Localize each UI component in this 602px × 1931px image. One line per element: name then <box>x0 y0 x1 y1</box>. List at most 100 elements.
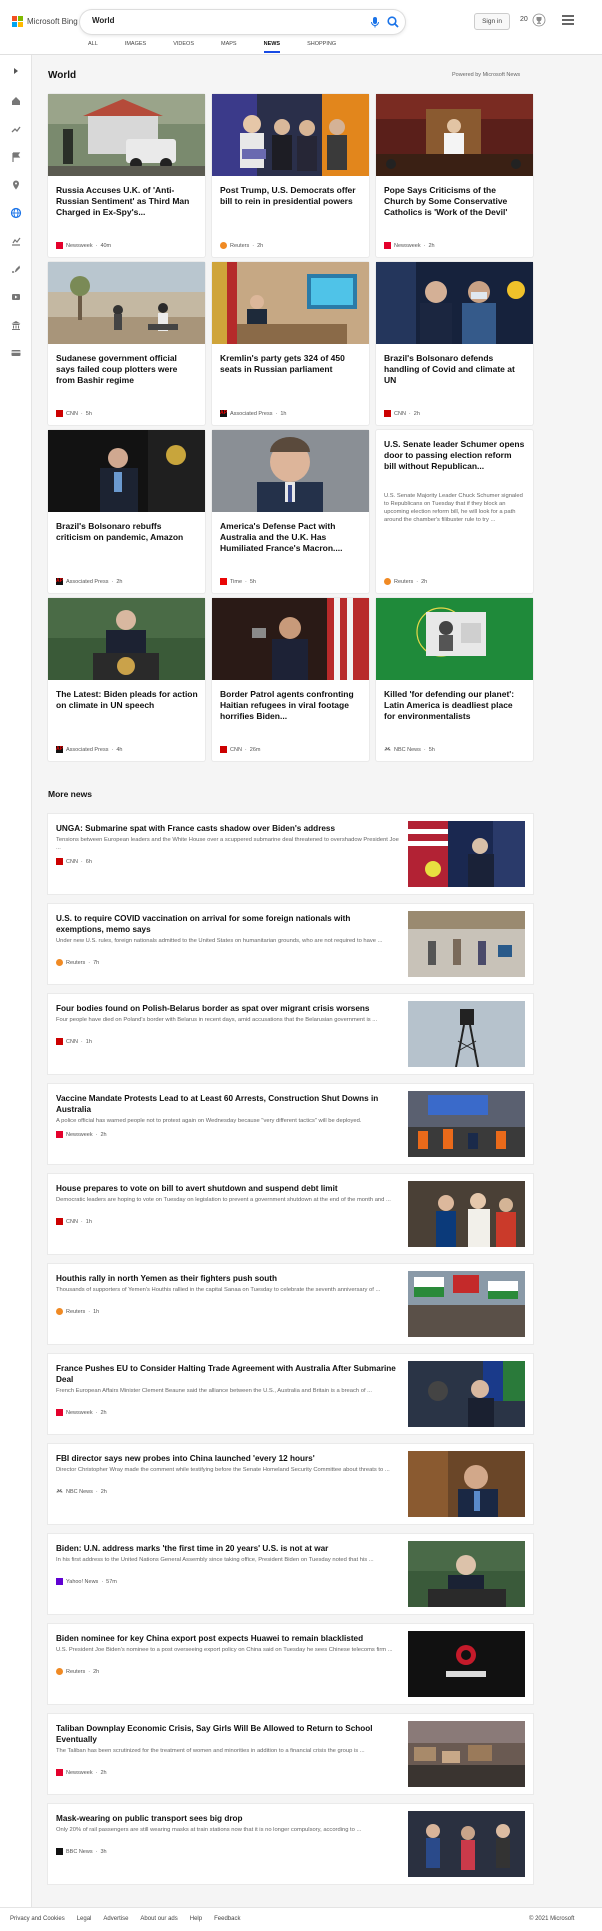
more-news-item[interactable]: Biden: U.N. address marks 'the first tim… <box>48 1534 533 1614</box>
expand-rail-icon[interactable] <box>10 65 22 77</box>
news-card-title[interactable]: Brazil's Bolsonaro rebuffs criticism on … <box>56 521 198 543</box>
more-news-description: Thousands of supporters of Yemen's Houth… <box>56 1287 381 1293</box>
more-news-item[interactable]: Taliban Downplay Economic Crisis, Say Gi… <box>48 1714 533 1794</box>
tab-videos[interactable]: VIDEOS <box>173 41 194 47</box>
more-news-item[interactable]: Mask-wearing on public transport sees bi… <box>48 1804 533 1884</box>
news-card-title[interactable]: Sudanese government official says failed… <box>56 353 198 386</box>
more-news-title-link[interactable]: Four bodies found on Polish-Belarus bord… <box>56 1003 396 1014</box>
news-card[interactable]: Killed 'for defending our planet': Latin… <box>376 598 533 761</box>
more-news-item[interactable]: Vaccine Mandate Protests Lead to at Leas… <box>48 1084 533 1164</box>
footer-link-advertise[interactable]: Advertise <box>103 1916 128 1922</box>
news-card-title[interactable]: Killed 'for defending our planet': Latin… <box>384 689 526 722</box>
science-rocket-icon[interactable] <box>10 263 22 275</box>
more-news-thumbnail[interactable] <box>408 911 525 977</box>
news-card[interactable]: America's Defense Pact with Australia an… <box>212 430 369 593</box>
more-news-item[interactable]: Houthis rally in north Yemen as their fi… <box>48 1264 533 1344</box>
news-card[interactable]: Post Trump, U.S. Democrats offer bill to… <box>212 94 369 257</box>
more-news-item[interactable]: France Pushes EU to Consider Halting Tra… <box>48 1354 533 1434</box>
news-card-title[interactable]: Russia Accuses U.K. of 'Anti-Russian Sen… <box>56 185 198 218</box>
powered-by[interactable]: Powered by Microsoft News <box>452 72 520 78</box>
news-card[interactable]: Kremlin's party gets 324 of 450 seats in… <box>212 262 369 425</box>
tab-news[interactable]: NEWS <box>263 41 280 53</box>
bbc-icon <box>56 1848 63 1855</box>
separator: · <box>95 1769 98 1776</box>
more-news-thumbnail[interactable] <box>408 1451 525 1517</box>
more-news-title-link[interactable]: France Pushes EU to Consider Halting Tra… <box>56 1363 396 1385</box>
news-card-title[interactable]: Post Trump, U.S. Democrats offer bill to… <box>220 185 362 207</box>
rewards-trophy-icon[interactable] <box>532 13 546 27</box>
more-news-item[interactable]: FBI director says new probes into China … <box>48 1444 533 1524</box>
news-card-text[interactable]: U.S. Senate leader Schumer opens door to… <box>376 430 533 593</box>
more-news-thumbnail[interactable] <box>408 1091 525 1157</box>
more-news-thumbnail[interactable] <box>408 1361 525 1427</box>
news-card[interactable]: Pope Says Criticisms of the Church by So… <box>376 94 533 257</box>
more-news-title-link[interactable]: Houthis rally in north Yemen as their fi… <box>56 1273 396 1284</box>
more-news-item[interactable]: UNGA: Submarine spat with France casts s… <box>48 814 533 894</box>
sign-in-button[interactable]: Sign in <box>474 13 510 30</box>
more-news-thumbnail[interactable] <box>408 1271 525 1337</box>
more-news-thumbnail[interactable] <box>408 1541 525 1607</box>
news-card[interactable]: Border Patrol agents confronting Haitian… <box>212 598 369 761</box>
more-news-thumbnail[interactable] <box>408 1181 525 1247</box>
news-card[interactable]: Sudanese government official says failed… <box>48 262 205 425</box>
timestamp: 5h <box>249 578 256 585</box>
more-news-item[interactable]: Biden nominee for key China export post … <box>48 1624 533 1704</box>
tab-maps[interactable]: MAPS <box>221 41 237 47</box>
chart-icon[interactable] <box>10 235 22 247</box>
trending-icon[interactable] <box>10 123 22 135</box>
news-card-title[interactable]: U.S. Senate leader Schumer opens door to… <box>384 439 526 472</box>
more-news-item[interactable]: Four bodies found on Polish-Belarus bord… <box>48 994 533 1074</box>
news-card-title[interactable]: Pope Says Criticisms of the Church by So… <box>384 185 526 218</box>
footer-link-privacy[interactable]: Privacy and Cookies <box>10 1916 65 1922</box>
footer-link-feedback[interactable]: Feedback <box>214 1916 240 1922</box>
bing-logo[interactable]: Microsoft Bing <box>12 16 78 27</box>
microphone-icon[interactable] <box>368 15 382 29</box>
news-card[interactable]: Brazil's Bolsonaro defends handling of C… <box>376 262 533 425</box>
news-card[interactable]: Brazil's Bolsonaro rebuffs criticism on … <box>48 430 205 593</box>
more-news-item[interactable]: U.S. to require COVID vaccination on arr… <box>48 904 533 984</box>
footer-link-help[interactable]: Help <box>190 1916 202 1922</box>
news-card-title[interactable]: America's Defense Pact with Australia an… <box>220 521 362 554</box>
search-input[interactable]: World <box>92 16 115 25</box>
more-news-title-link[interactable]: U.S. to require COVID vaccination on arr… <box>56 913 396 935</box>
location-pin-icon[interactable] <box>10 179 22 191</box>
more-news-thumbnail[interactable] <box>408 1811 525 1877</box>
search-icon[interactable] <box>386 15 400 29</box>
more-news-thumbnail[interactable] <box>408 1721 525 1787</box>
news-card[interactable]: The Latest: Biden pleads for action on c… <box>48 598 205 761</box>
news-card-title[interactable]: The Latest: Biden pleads for action on c… <box>56 689 198 711</box>
cnn-icon <box>56 1038 63 1045</box>
more-news-item[interactable]: House prepares to vote on bill to avert … <box>48 1174 533 1254</box>
news-card-title[interactable]: Kremlin's party gets 324 of 450 seats in… <box>220 353 362 375</box>
rewards-points[interactable]: 20 <box>520 16 528 23</box>
more-news-title-link[interactable]: UNGA: Submarine spat with France casts s… <box>56 823 396 834</box>
more-news-title-link[interactable]: FBI director says new probes into China … <box>56 1453 396 1464</box>
tab-all[interactable]: ALL <box>88 41 98 47</box>
more-news-title-link[interactable]: Biden: U.N. address marks 'the first tim… <box>56 1543 396 1554</box>
news-card[interactable]: Russia Accuses U.K. of 'Anti-Russian Sen… <box>48 94 205 257</box>
search-box[interactable]: World <box>80 10 405 34</box>
news-card-title[interactable]: Brazil's Bolsonaro defends handling of C… <box>384 353 526 386</box>
more-news-title-link[interactable]: Vaccine Mandate Protests Lead to at Leas… <box>56 1093 396 1115</box>
footer-link-about-ads[interactable]: About our ads <box>140 1916 177 1922</box>
flag-icon[interactable] <box>10 151 22 163</box>
tab-shopping[interactable]: SHOPPING <box>307 41 336 47</box>
more-news-title-link[interactable]: House prepares to vote on bill to avert … <box>56 1183 396 1194</box>
entertainment-icon[interactable] <box>10 291 22 303</box>
cnn-icon <box>56 858 63 865</box>
more-news-title-link[interactable]: Mask-wearing on public transport sees bi… <box>56 1813 396 1824</box>
home-icon[interactable] <box>10 95 22 107</box>
more-news-description: The Taliban has been scrutinized for the… <box>56 1748 365 1754</box>
politics-building-icon[interactable] <box>10 319 22 331</box>
more-news-title-link[interactable]: Taliban Downplay Economic Crisis, Say Gi… <box>56 1723 396 1745</box>
globe-icon[interactable] <box>10 207 22 219</box>
tab-images[interactable]: IMAGES <box>125 41 146 47</box>
news-card-title[interactable]: Border Patrol agents confronting Haitian… <box>220 689 362 722</box>
money-card-icon[interactable] <box>10 347 22 359</box>
more-news-thumbnail[interactable] <box>408 1001 525 1067</box>
more-news-thumbnail[interactable] <box>408 821 525 887</box>
footer-link-legal[interactable]: Legal <box>77 1916 92 1922</box>
more-news-thumbnail[interactable] <box>408 1631 525 1697</box>
more-news-title-link[interactable]: Biden nominee for key China export post … <box>56 1633 396 1644</box>
hamburger-menu-icon[interactable] <box>562 15 574 25</box>
